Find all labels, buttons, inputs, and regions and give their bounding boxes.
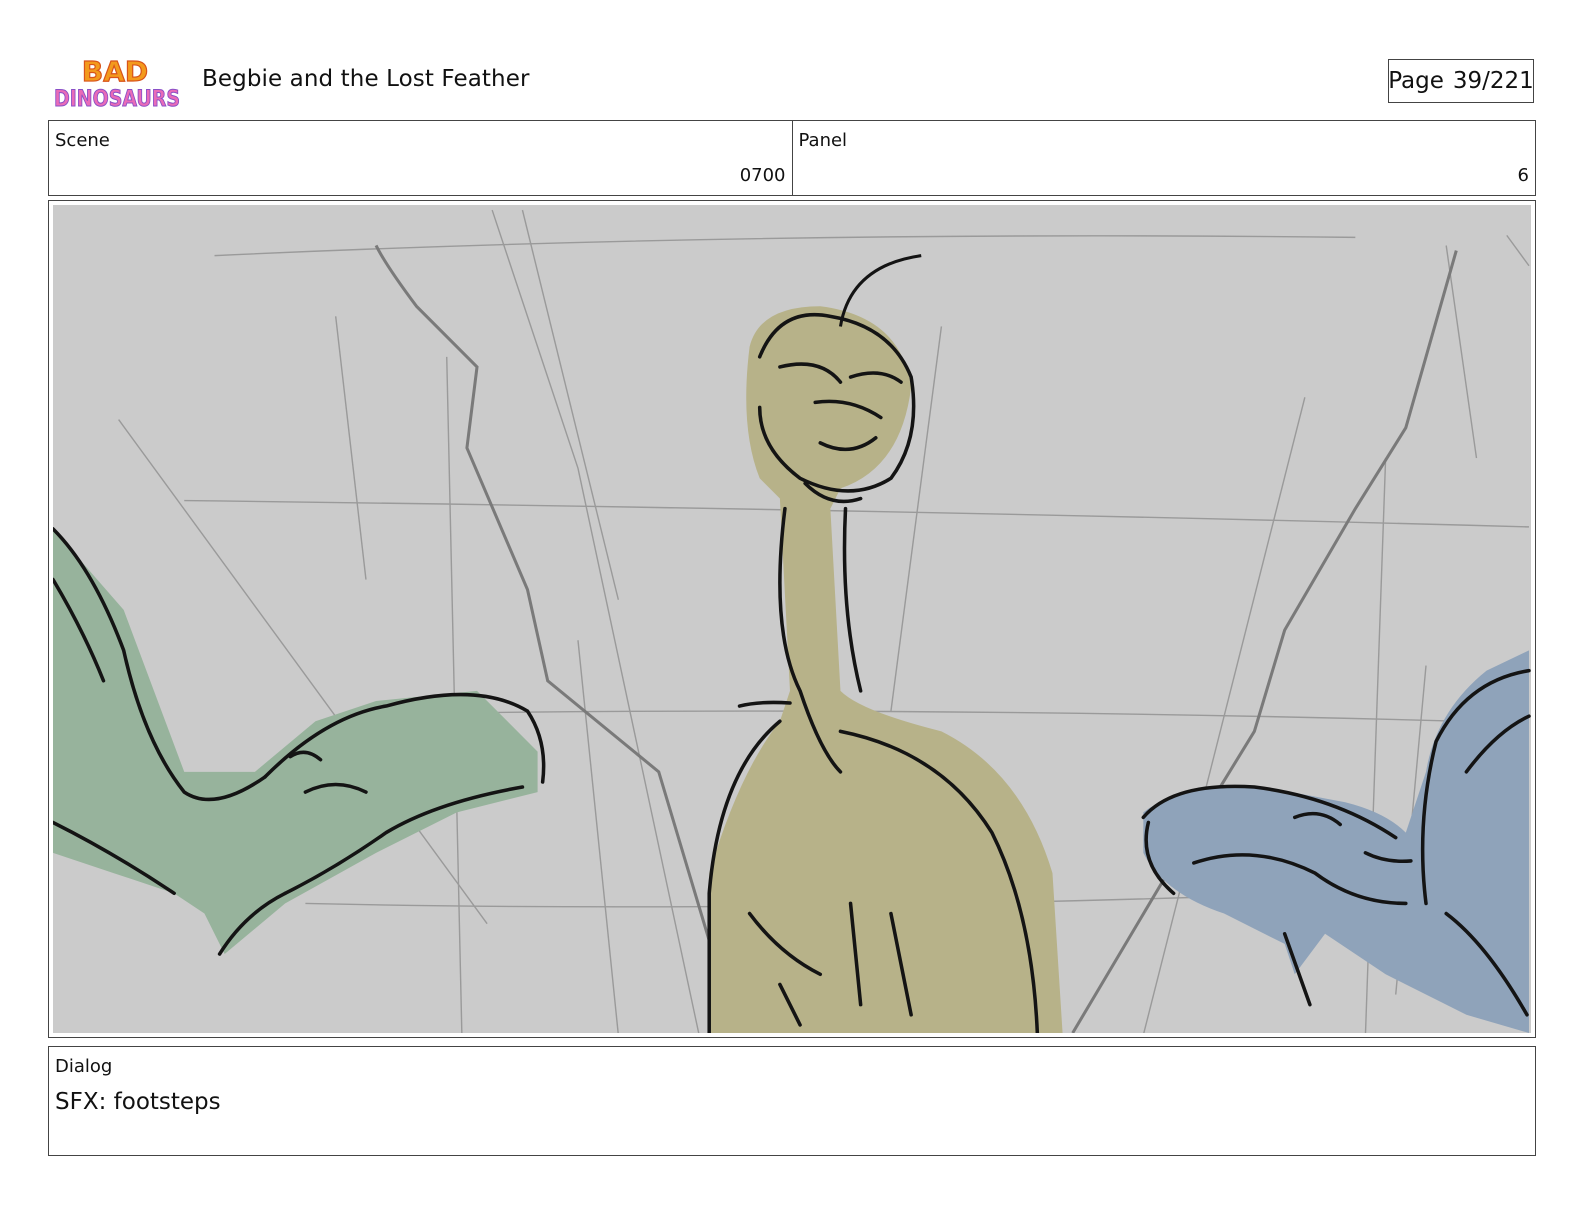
project-title: Begbie and the Lost Feather xyxy=(202,66,530,92)
panel-cell: Panel 6 xyxy=(791,121,1536,195)
page-indicator: Page 39/221 xyxy=(1388,59,1534,103)
logo-text-bottom: DINOSAURS xyxy=(54,87,180,112)
panel-label: Panel xyxy=(798,130,848,151)
scene-number: 0700 xyxy=(739,165,786,186)
bad-dinosaurs-logo: BAD DINOSAURS xyxy=(54,54,181,112)
logo-text-top: BAD xyxy=(82,55,148,88)
dialog-box: Dialog SFX: footsteps xyxy=(48,1046,1536,1156)
page-label: Page xyxy=(1388,68,1444,94)
storyboard-sketch-image xyxy=(53,205,1531,1033)
storyboard-frame xyxy=(48,200,1536,1038)
panel-info-row: Scene 0700 Panel 6 xyxy=(48,120,1536,196)
dialog-label: Dialog xyxy=(55,1056,113,1077)
scene-label: Scene xyxy=(55,130,110,151)
panel-number: 6 xyxy=(1517,165,1529,186)
page-number: 39/221 xyxy=(1452,68,1534,94)
scene-cell: Scene 0700 xyxy=(49,121,792,195)
dialog-text: SFX: footsteps xyxy=(55,1089,221,1115)
